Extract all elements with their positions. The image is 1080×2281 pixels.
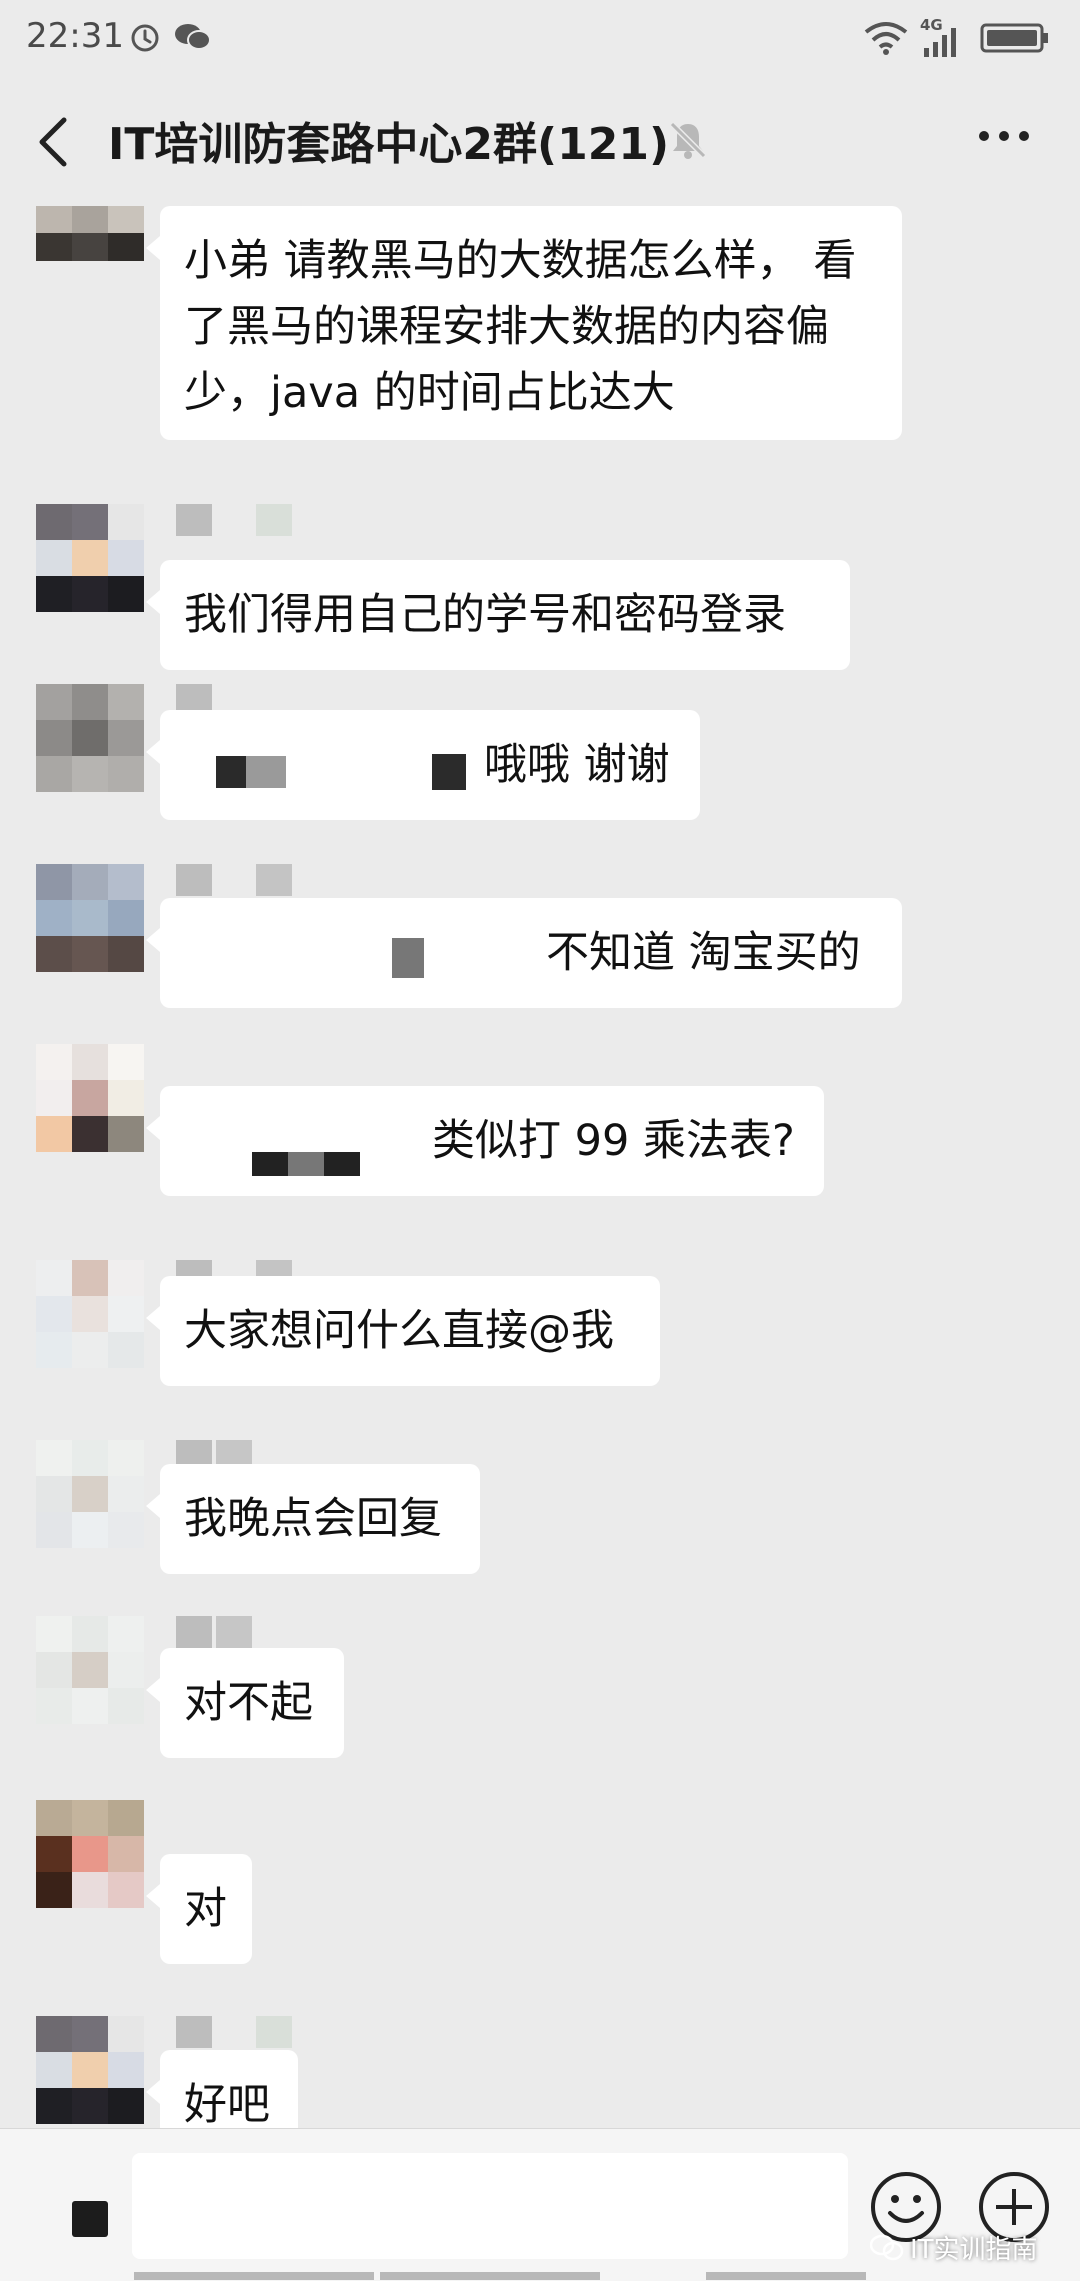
- chat-title: IT培训防套路中心2群(121): [108, 119, 670, 170]
- input-bar: IT实训指南: [0, 2128, 1080, 2281]
- watermark: IT实训指南: [870, 2229, 1038, 2266]
- more-icon[interactable]: [976, 128, 1032, 144]
- mute-icon: [669, 121, 707, 159]
- alarm-icon: [131, 24, 159, 52]
- message-bubble[interactable]: 类似打 99 乘法表?: [146, 1086, 824, 1196]
- redacted-block: [392, 938, 424, 978]
- chat-app-icon: [175, 24, 211, 50]
- message-text: 类似打 99 乘法表?: [432, 1116, 795, 1166]
- battery-icon: [980, 23, 1048, 53]
- message-bubble[interactable]: 小弟 请教黑马的大数据怎么样， 看 了黑马的课程安排大数据的内容偏 少，java…: [146, 206, 902, 440]
- message-bubble[interactable]: 对不起: [146, 1648, 344, 1758]
- avatar[interactable]: [36, 684, 144, 792]
- watermark-text: IT实训指南: [910, 2235, 1038, 2265]
- bottom-divider: [380, 2272, 600, 2280]
- title-bar: IT培训防套路中心2群(121): [0, 76, 1080, 206]
- message-text: 哦哦 谢谢: [484, 740, 670, 790]
- avatar[interactable]: [36, 504, 144, 612]
- sender-name: [176, 2016, 292, 2048]
- voice-toggle-icon[interactable]: [72, 2201, 108, 2237]
- avatar[interactable]: [36, 206, 144, 288]
- sender-name: [176, 864, 292, 896]
- avatar[interactable]: [36, 864, 144, 972]
- bottom-divider: [134, 2272, 374, 2280]
- redacted-block: [432, 754, 466, 790]
- avatar[interactable]: [36, 1260, 144, 1368]
- message-bubble[interactable]: 大家想问什么直接@我: [146, 1276, 660, 1386]
- avatar[interactable]: [36, 1616, 144, 1724]
- back-icon[interactable]: [34, 114, 74, 170]
- message-bubble[interactable]: 我晚点会回复: [146, 1464, 480, 1574]
- message-input[interactable]: [132, 2153, 848, 2259]
- message-bubble[interactable]: 不知道 淘宝买的: [146, 898, 902, 1008]
- avatar[interactable]: [36, 2016, 144, 2124]
- message-bubble[interactable]: 哦哦 谢谢: [146, 710, 700, 820]
- sender-name: [176, 504, 292, 536]
- watermark-logo-icon: [870, 2234, 904, 2260]
- redacted-mention: [216, 756, 286, 788]
- bottom-divider: [706, 2272, 866, 2280]
- signal-icon: [924, 28, 956, 57]
- sender-name: [176, 1616, 252, 1648]
- message-text: 不知道 淘宝买的: [546, 928, 861, 978]
- message-bubble[interactable]: 我们得用自己的学号和密码登录: [146, 560, 850, 670]
- redacted-mention: [252, 1152, 360, 1176]
- message-bubble[interactable]: 对: [146, 1854, 252, 1964]
- status-bar: 22:31 4G: [0, 0, 1080, 76]
- wifi-icon: [864, 22, 908, 55]
- avatar[interactable]: [36, 1800, 144, 1908]
- status-time: 22:31: [26, 16, 124, 56]
- avatar[interactable]: [36, 1440, 144, 1548]
- avatar[interactable]: [36, 1044, 144, 1152]
